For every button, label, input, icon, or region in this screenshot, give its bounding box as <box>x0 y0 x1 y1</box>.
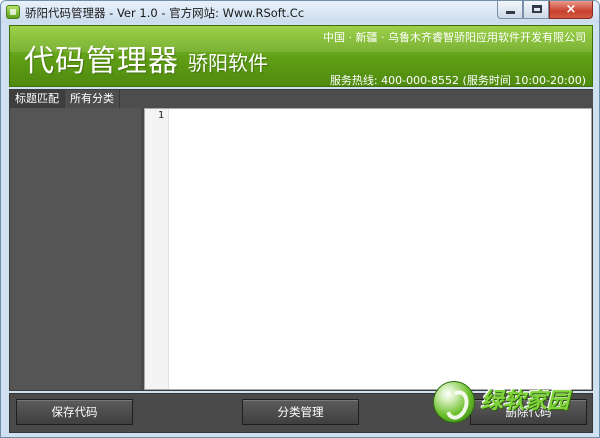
code-list[interactable] <box>10 108 141 390</box>
banner-subtitle: 骄阳软件 <box>188 51 268 75</box>
close-button[interactable]: × <box>549 1 593 19</box>
company-info: 中国 · 新疆 · 乌鲁木齐睿智骄阳应用软件开发有限公司 <box>323 31 586 44</box>
line-number: 1 <box>157 110 164 121</box>
title-bar[interactable]: 骄阳代码管理器 - Ver 1.0 - 官方网站: Www.RSoft.Cc × <box>1 1 599 23</box>
app-icon <box>6 5 20 19</box>
app-window: 骄阳代码管理器 - Ver 1.0 - 官方网站: Www.RSoft.Cc ×… <box>0 0 600 438</box>
tab-title-match[interactable]: 标题匹配 <box>10 90 65 108</box>
tab-bar: 标题匹配 所有分类 <box>10 90 141 108</box>
banner-title: 代码管理器 <box>24 44 179 79</box>
code-text-area[interactable] <box>171 109 591 389</box>
close-icon: × <box>565 2 577 17</box>
minimize-button[interactable] <box>497 1 523 19</box>
bottom-toolbar: 保存代码 分类管理 删除代码 <box>9 393 593 433</box>
code-editor[interactable]: 1 <box>144 108 592 390</box>
service-hotline: 服务热线: 400-000-8552 (服务时间 10:00-20:00) <box>329 74 586 87</box>
category-manage-button[interactable]: 分类管理 <box>242 399 359 425</box>
tab-bar-filler <box>141 90 593 108</box>
window-title: 骄阳代码管理器 - Ver 1.0 - 官方网站: Www.RSoft.Cc <box>25 6 305 20</box>
window-controls: × <box>497 1 593 19</box>
save-code-button[interactable]: 保存代码 <box>16 399 133 425</box>
maximize-icon <box>532 5 542 13</box>
main-panel: 标题匹配 所有分类 1 <box>9 89 593 391</box>
maximize-button[interactable] <box>523 1 549 19</box>
line-number-gutter: 1 <box>145 109 169 389</box>
tab-all-categories[interactable]: 所有分类 <box>65 90 120 108</box>
header-banner: 代码管理器 骄阳软件 中国 · 新疆 · 乌鲁木齐睿智骄阳应用软件开发有限公司 … <box>9 25 593 87</box>
delete-code-button[interactable]: 删除代码 <box>470 399 587 425</box>
minimize-icon <box>506 11 515 14</box>
